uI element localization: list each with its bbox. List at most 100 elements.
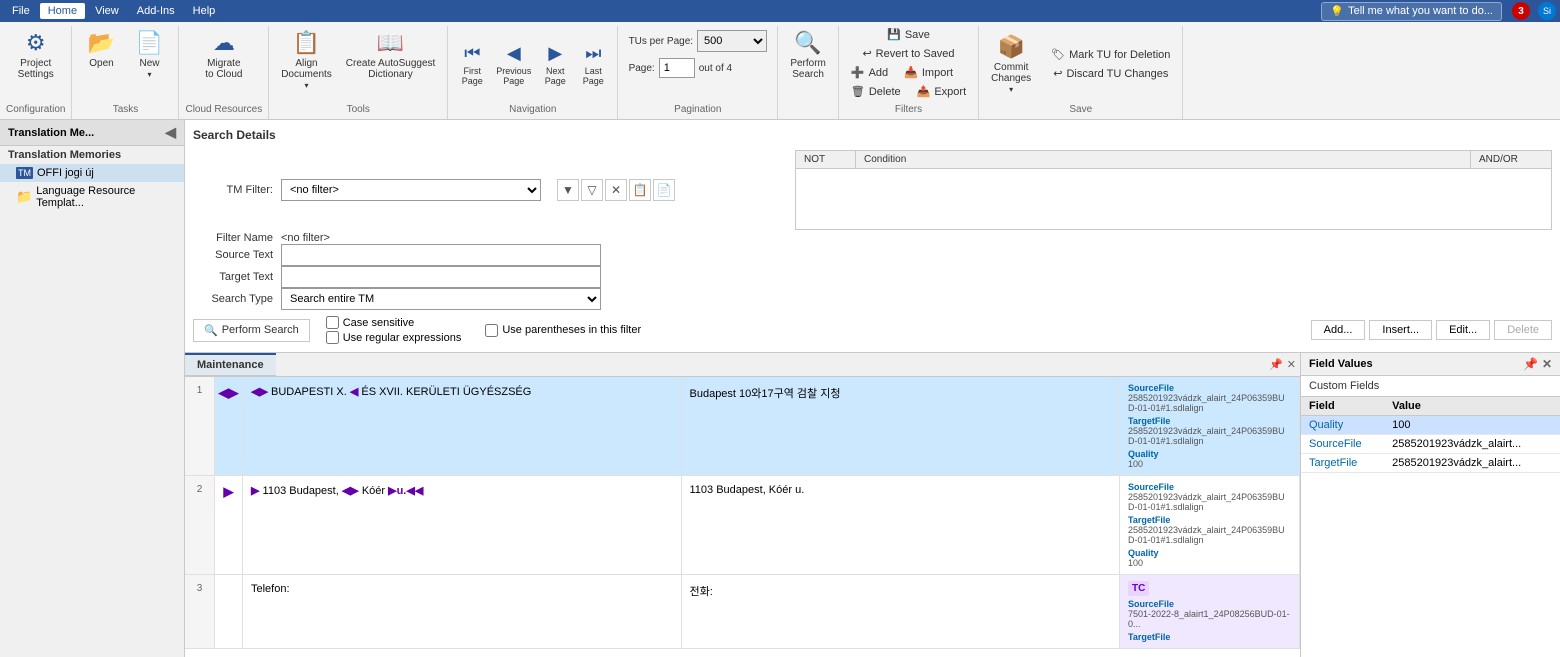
filter-btn-2[interactable]: ▽ xyxy=(581,179,603,201)
tasks-group-label: Tasks xyxy=(113,102,139,115)
tm-item-offi[interactable]: TM OFFI jogi új xyxy=(0,164,184,182)
case-sensitive-checkbox[interactable] xyxy=(326,316,339,329)
migrate-cloud-button[interactable]: ☁ Migrateto Cloud xyxy=(199,26,248,84)
field-row-targetfile[interactable]: TargetFile 2585201923vádzk_alairt... xyxy=(1301,454,1560,473)
align-docs-button[interactable]: 📋 AlignDocuments▾ xyxy=(275,26,338,95)
lr-template-label: Language Resource Templat... xyxy=(36,185,176,209)
target-text-label: Target Text xyxy=(193,271,273,283)
field-row-sourcefile[interactable]: SourceFile 2585201923vádzk_alairt... xyxy=(1301,435,1560,454)
open-button[interactable]: 📂 Open xyxy=(78,26,124,73)
create-autosuggest-button[interactable]: 📖 Create AutoSuggestDictionary xyxy=(340,26,442,84)
field-name-sourcefile: SourceFile xyxy=(1301,435,1384,454)
meta-cell-2: SourceFile 2585201923vádzk_alairt_24P063… xyxy=(1120,476,1300,574)
last-page-icon: ⏭ xyxy=(585,43,601,64)
field-panel-close-icon[interactable]: ✕ xyxy=(1542,357,1552,371)
add-condition-button[interactable]: Add... xyxy=(1311,320,1366,340)
next-page-button[interactable]: ▶ NextPage xyxy=(537,39,573,90)
seg-end-2: ▶u.◀◀ xyxy=(388,485,423,497)
ribbon-nav-items: ⏮ FirstPage ◀ PreviousPage ▶ NextPage ⏭ … xyxy=(454,26,611,102)
prev-page-button[interactable]: ◀ PreviousPage xyxy=(492,39,535,90)
menu-addins[interactable]: Add-Ins xyxy=(129,3,183,19)
target-text-input[interactable] xyxy=(281,266,601,288)
import-filter-button[interactable]: 📥 Import xyxy=(898,64,959,81)
delete-condition-button[interactable]: Delete xyxy=(1494,320,1552,340)
delete-filter-button[interactable]: 🗑 Delete xyxy=(845,83,907,100)
filter-conditions-container: NOT Condition AND/OR xyxy=(699,150,1552,230)
ribbon-cloud-items: ☁ Migrateto Cloud xyxy=(199,26,248,102)
source-text-2b: Kóér xyxy=(362,485,388,497)
commit-changes-button[interactable]: 📦 CommitChanges▾ xyxy=(985,26,1037,102)
perform-search-btn[interactable]: 🔍 Perform Search xyxy=(193,319,310,342)
close-maintenance-icon[interactable]: ✕ xyxy=(1287,358,1296,371)
perform-search-button[interactable]: 🔍 PerformSearch xyxy=(784,26,832,84)
filter-btn-1[interactable]: ▼ xyxy=(557,179,579,201)
edit-condition-button[interactable]: Edit... xyxy=(1436,320,1490,340)
meta-cell-1: SourceFile 2585201923vádzk_alairt_24P063… xyxy=(1120,377,1300,475)
source-text-input[interactable] xyxy=(281,244,601,266)
notification-badge[interactable]: 3 xyxy=(1512,2,1530,20)
menu-help[interactable]: Help xyxy=(185,3,224,19)
table-row[interactable]: 1 ◀▶ ◀▶ BUDAPESTI X. ◀ ÉS XVII. KERÜLETI… xyxy=(185,377,1300,476)
table-row[interactable]: 3 Telefon: 전화: TC SourceFile 7501-2022-8… xyxy=(185,575,1300,649)
revert-saved-button[interactable]: ↩ Revert to Saved xyxy=(845,45,972,62)
project-settings-button[interactable]: ⚙ ProjectSettings xyxy=(12,26,60,84)
nav-buttons-row: ⏮ FirstPage ◀ PreviousPage ▶ NextPage ⏭ … xyxy=(454,39,611,90)
table-row[interactable]: 2 ▶ ▶ 1103 Budapest, ◀▶ Kóér ▶u.◀◀ xyxy=(185,476,1300,575)
pin-icon[interactable]: 📌 xyxy=(1269,358,1283,371)
next-page-icon: ▶ xyxy=(548,43,562,64)
tell-me-box[interactable]: 💡 Tell me what you want to do... xyxy=(1321,2,1502,21)
user-avatar[interactable]: Si xyxy=(1538,2,1556,20)
target-text-1: Budapest 10와17구역 검찰 지청 xyxy=(690,388,841,400)
left-panel: Translation Me... ◀ Translation Memories… xyxy=(0,120,185,657)
ribbon-tools-items: 📋 AlignDocuments▾ 📖 Create AutoSuggestDi… xyxy=(275,26,441,102)
last-page-button[interactable]: ⏭ LastPage xyxy=(575,39,611,90)
first-page-button[interactable]: ⏮ FirstPage xyxy=(454,39,490,90)
search-type-select[interactable]: Search entire TM Concordance Search Dupl… xyxy=(281,288,601,310)
custom-fields-tab[interactable]: Custom Fields xyxy=(1301,376,1560,397)
ribbon-group-perform-search: 🔍 PerformSearch xyxy=(778,26,839,119)
tm-icon: TM xyxy=(16,167,33,179)
new-button[interactable]: 📄 New▾ xyxy=(126,26,172,84)
open-icon: 📂 xyxy=(88,30,115,56)
maintenance-tab[interactable]: Maintenance xyxy=(185,353,276,376)
menu-home[interactable]: Home xyxy=(40,3,85,19)
delete-filter-icon: 🗑 xyxy=(851,85,865,98)
left-panel-close[interactable]: ◀ xyxy=(165,124,176,141)
row-num-1: 1 xyxy=(185,377,215,475)
page-input[interactable] xyxy=(659,58,695,78)
use-regex-checkbox[interactable] xyxy=(326,331,339,344)
field-panel-controls: 📌 ✕ xyxy=(1523,357,1552,371)
field-name-quality: Quality xyxy=(1301,416,1384,435)
use-parens-container: Use parentheses in this filter xyxy=(485,324,641,337)
condition-col-header: Condition xyxy=(856,151,1471,168)
tus-per-page-select[interactable]: 500 100 200 1000 xyxy=(697,30,767,52)
filter-btn-3[interactable]: ✕ xyxy=(605,179,627,201)
filter-btn-4[interactable]: 📋 xyxy=(629,179,651,201)
field-col-header: Field xyxy=(1301,397,1384,416)
menu-bar: File Home View Add-Ins Help 💡 Tell me wh… xyxy=(0,0,1560,22)
perform-search-label: PerformSearch xyxy=(790,58,826,80)
open-label: Open xyxy=(89,58,113,69)
add-filter-button[interactable]: ➕ Add xyxy=(845,64,894,81)
source-file-label-1: SourceFile xyxy=(1128,383,1174,393)
ribbon-tasks-items: 📂 Open 📄 New▾ xyxy=(78,26,172,102)
row-num-3: 3 xyxy=(185,575,215,648)
filter-row-3: 🗑 Delete 📤 Export xyxy=(845,83,972,100)
insert-condition-button[interactable]: Insert... xyxy=(1369,320,1432,340)
menu-view[interactable]: View xyxy=(87,3,127,19)
tm-filter-select[interactable]: <no filter> xyxy=(281,179,541,201)
field-panel-pin-icon[interactable]: 📌 xyxy=(1523,357,1538,371)
use-parens-checkbox[interactable] xyxy=(485,324,498,337)
mark-tu-button[interactable]: 🏷 Mark TU for Deletion xyxy=(1045,46,1176,63)
value-col-header: Value xyxy=(1384,397,1560,416)
discard-tu-button[interactable]: ↩ Discard TU Changes xyxy=(1045,65,1176,82)
target-file-label-2: TargetFile xyxy=(1128,515,1170,525)
filter-btn-5[interactable]: 📄 xyxy=(653,179,675,201)
lr-template-item[interactable]: 📁 Language Resource Templat... xyxy=(0,182,184,212)
save-filter-button[interactable]: 💾 Save xyxy=(845,26,972,43)
ribbon-group-tasks: 📂 Open 📄 New▾ Tasks xyxy=(72,26,179,119)
export-filter-button[interactable]: 📤 Export xyxy=(911,83,973,100)
filter-name-value: <no filter> xyxy=(281,232,330,244)
menu-file[interactable]: File xyxy=(4,3,38,19)
field-row-quality[interactable]: Quality 100 xyxy=(1301,416,1560,435)
